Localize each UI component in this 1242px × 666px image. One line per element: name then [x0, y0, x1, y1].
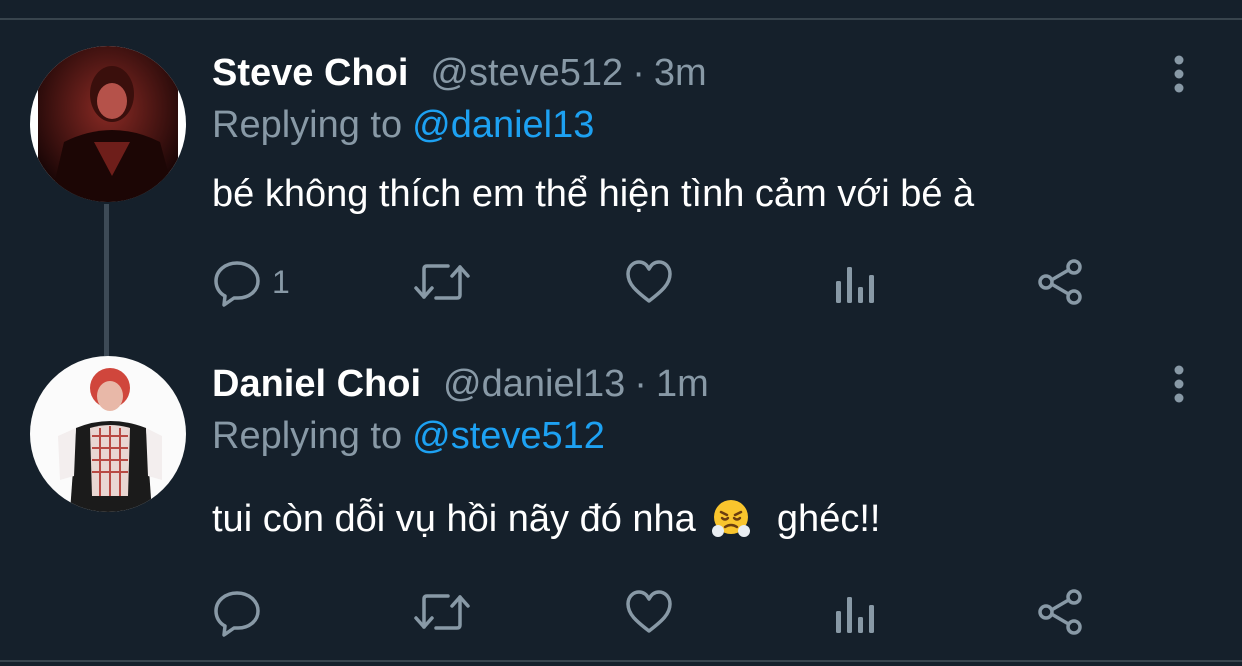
timestamp[interactable]: 3m: [654, 52, 707, 94]
replying-to-line: Replying to @daniel13: [212, 100, 594, 150]
tweet-text-part: tui còn dỗi vụ hồi nãy đó nha: [212, 498, 696, 540]
user-handle[interactable]: @steve512: [430, 52, 623, 94]
retweet-button[interactable]: [412, 584, 472, 640]
tweet[interactable]: Steve Choi @steve512 · 3m Replying to @danie…: [0, 20, 1242, 336]
avatar-photo: [30, 46, 186, 202]
share-button[interactable]: [1036, 254, 1086, 310]
tweet-text-part: ghéc!!: [776, 498, 881, 540]
analytics-icon: [836, 267, 874, 303]
like-button[interactable]: [624, 254, 674, 310]
share-icon: [1038, 259, 1082, 305]
tweet[interactable]: Daniel Choi @daniel13 · 1m Replying to @stev…: [0, 338, 1242, 658]
tweet-header: Steve Choi @steve512 · 3m: [212, 48, 707, 98]
bottom-divider: [0, 660, 1242, 662]
replying-to-label: Replying to: [212, 104, 403, 146]
retweet-button[interactable]: [412, 254, 472, 310]
like-icon: [626, 260, 672, 303]
avatar[interactable]: [30, 356, 186, 512]
analytics-button[interactable]: [832, 254, 876, 310]
more-icon: [1174, 365, 1184, 403]
more-options-button[interactable]: [1164, 362, 1194, 406]
separator-dot: ·: [632, 52, 645, 94]
replying-to-line: Replying to @steve512: [212, 411, 605, 461]
analytics-button[interactable]: [832, 584, 876, 640]
more-options-button[interactable]: [1164, 52, 1194, 96]
like-button[interactable]: [624, 584, 674, 640]
display-name[interactable]: Daniel Choi: [212, 363, 421, 405]
avatar-photo: [30, 356, 186, 512]
tweet-text: tui còn dỗi vụ hồi nãy đó nha ghéc!!: [212, 493, 880, 545]
display-name[interactable]: Steve Choi: [212, 52, 408, 94]
tweet-header: Daniel Choi @daniel13 · 1m: [212, 359, 709, 409]
reply-button[interactable]: 1: [212, 254, 290, 310]
reply-icon: [214, 591, 260, 637]
face-with-steam-from-nose-emoji: [712, 500, 751, 537]
avatar[interactable]: [30, 46, 186, 202]
replying-to-handle[interactable]: @daniel13: [412, 104, 594, 146]
retweet-icon: [414, 264, 470, 300]
user-handle[interactable]: @daniel13: [443, 363, 625, 405]
reply-thread: Steve Choi @steve512 · 3m Replying to @danie…: [0, 0, 1242, 666]
retweet-icon: [414, 594, 470, 630]
replying-to-label: Replying to: [212, 415, 403, 457]
share-icon: [1038, 589, 1082, 635]
replying-to-handle[interactable]: @steve512: [412, 415, 605, 457]
reply-icon: [214, 261, 260, 307]
like-icon: [626, 590, 672, 633]
reply-count: 1: [272, 263, 290, 300]
analytics-icon: [836, 597, 874, 633]
separator-dot: ·: [634, 363, 647, 405]
tweet-text: bé không thích em thể hiện tình cảm với …: [212, 173, 975, 215]
reply-button[interactable]: [212, 584, 262, 640]
more-icon: [1174, 55, 1184, 93]
share-button[interactable]: [1036, 584, 1086, 640]
timestamp[interactable]: 1m: [656, 363, 709, 405]
